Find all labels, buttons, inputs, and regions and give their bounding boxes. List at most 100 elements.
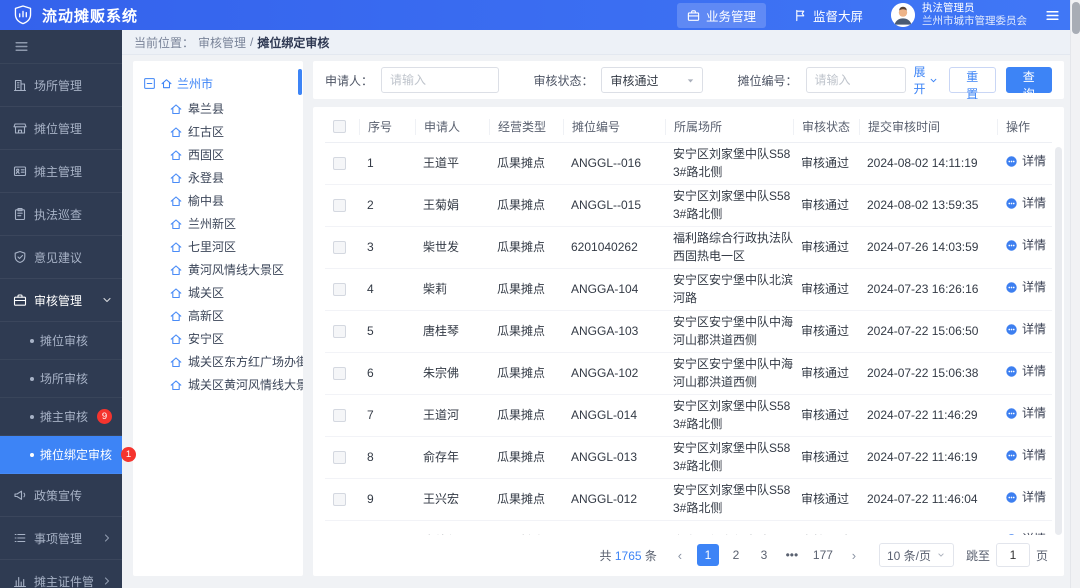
- bullet-icon: [30, 415, 34, 419]
- tree-node-label: 皋兰县: [188, 100, 224, 117]
- cell-checkbox: [325, 367, 359, 380]
- prev-page-button[interactable]: ‹: [669, 544, 691, 566]
- row-checkbox[interactable]: [333, 325, 346, 338]
- detail-ellipsis-icon: [1005, 449, 1018, 462]
- tree-node[interactable]: 皋兰县: [143, 97, 303, 120]
- row-checkbox[interactable]: [333, 199, 346, 212]
- cell-action: 详情: [997, 489, 1052, 510]
- column-header: 提交审核时间: [859, 119, 997, 135]
- page-ellipsis[interactable]: •••: [781, 544, 803, 566]
- detail-link[interactable]: 详情: [1005, 237, 1046, 254]
- page-jump-input[interactable]: [996, 543, 1030, 567]
- page-button[interactable]: 2: [725, 544, 747, 566]
- row-checkbox[interactable]: [333, 493, 346, 506]
- sidebar-item[interactable]: 摊位管理: [0, 107, 122, 150]
- page-button[interactable]: 3: [753, 544, 775, 566]
- tree-node[interactable]: 城关区东方红广场办街道: [143, 350, 303, 373]
- search-button[interactable]: 查询: [1006, 67, 1053, 93]
- tree-node[interactable]: 高新区: [143, 304, 303, 327]
- cell-no: 7: [359, 407, 415, 424]
- page-scrollbar[interactable]: [1070, 0, 1080, 588]
- flag-icon: [794, 9, 807, 22]
- tree-node[interactable]: 黄河风情线大景区: [143, 258, 303, 281]
- detail-link[interactable]: 详情: [1005, 153, 1046, 170]
- tree-node[interactable]: 红古区: [143, 120, 303, 143]
- cell-stall-no: ANGGL--015: [563, 197, 665, 214]
- sidebar-item[interactable]: 执法巡查: [0, 193, 122, 236]
- select-all-checkbox[interactable]: [333, 120, 346, 133]
- top-bar-right: 业务管理 监督大屏 执法管理员 兰州市城市管理委员会: [677, 2, 1070, 28]
- collapse-minus-square-icon[interactable]: [143, 77, 156, 90]
- row-checkbox[interactable]: [333, 241, 346, 254]
- nav-business-management[interactable]: 业务管理: [677, 3, 766, 28]
- sidebar-item[interactable]: 政策宣传: [0, 474, 122, 517]
- sidebar-item[interactable]: 摊主证件管理: [0, 560, 122, 588]
- page-button[interactable]: 177: [809, 544, 837, 566]
- row-checkbox[interactable]: [333, 409, 346, 422]
- user-info[interactable]: 执法管理员 兰州市城市管理委员会: [891, 2, 1027, 28]
- status-select[interactable]: 审核通过: [601, 67, 703, 93]
- tree-node[interactable]: 城关区黄河风情线大景区街道: [143, 373, 303, 396]
- sidebar-subitem[interactable]: 摊位绑定审核1: [0, 436, 122, 474]
- row-checkbox[interactable]: [333, 367, 346, 380]
- sidebar-item[interactable]: 审核管理: [0, 279, 122, 322]
- cell-status: 审核通过: [793, 407, 859, 424]
- tree-node[interactable]: 城关区: [143, 281, 303, 304]
- next-page-button[interactable]: ›: [843, 544, 865, 566]
- cell-time: 2024-07-23 16:26:16: [859, 281, 997, 298]
- cell-action: 详情: [997, 237, 1052, 258]
- column-header: 经营类型: [489, 119, 563, 135]
- expand-filters-link[interactable]: 展开: [914, 63, 939, 97]
- applicant-label: 申请人：: [325, 72, 373, 89]
- sidebar-item[interactable]: 意见建议: [0, 236, 122, 279]
- tree-node[interactable]: 安宁区: [143, 327, 303, 350]
- detail-link[interactable]: 详情: [1005, 363, 1046, 380]
- row-checkbox[interactable]: [333, 157, 346, 170]
- tree-scrollbar-thumb[interactable]: [298, 69, 302, 95]
- cell-status: 审核通过: [793, 281, 859, 298]
- cell-business-type: 瓜果摊点: [489, 365, 563, 382]
- header-menu-icon[interactable]: [1045, 8, 1060, 23]
- sidebar-item[interactable]: 事项管理: [0, 517, 122, 560]
- row-checkbox[interactable]: [333, 451, 346, 464]
- stall-no-input[interactable]: [806, 67, 906, 93]
- tree-node[interactable]: 永登县: [143, 166, 303, 189]
- row-checkbox[interactable]: [333, 283, 346, 296]
- avatar: [891, 3, 915, 27]
- tree-node[interactable]: 兰州新区: [143, 212, 303, 235]
- detail-link[interactable]: 详情: [1005, 279, 1046, 296]
- cell-business-type: 瓜果摊点: [489, 155, 563, 172]
- page-button[interactable]: 1: [697, 544, 719, 566]
- building-icon: [13, 78, 27, 92]
- stall-no-label: 摊位编号：: [738, 72, 798, 89]
- cell-stall-no: ANGGL-012: [563, 491, 665, 508]
- page-scrollbar-thumb[interactable]: [1072, 2, 1080, 34]
- tree-node[interactable]: 榆中县: [143, 189, 303, 212]
- home-icon: [169, 102, 183, 116]
- detail-link[interactable]: 详情: [1005, 405, 1046, 422]
- tree-root[interactable]: 兰州市: [143, 71, 303, 95]
- sidebar-item[interactable]: 摊主管理: [0, 150, 122, 193]
- detail-link[interactable]: 详情: [1005, 195, 1046, 212]
- app-logo-shield-chart-icon: [12, 4, 34, 26]
- tree-node[interactable]: 西固区: [143, 143, 303, 166]
- cell-venue: 安宁区安宁堡中队中海河山郡洪道西侧: [665, 314, 793, 349]
- audit-icon: [13, 293, 27, 307]
- nav-supervision-screen[interactable]: 监督大屏: [784, 3, 873, 28]
- sidebar-subitem[interactable]: 摊主审核9: [0, 398, 122, 436]
- tree-node[interactable]: 七里河区: [143, 235, 303, 258]
- sidebar-item[interactable]: 场所管理: [0, 64, 122, 107]
- sidebar-collapse-icon[interactable]: [14, 39, 29, 54]
- detail-link[interactable]: 详情: [1005, 447, 1046, 464]
- audit-table-card: 序号申请人经营类型摊位编号所属场所审核状态提交审核时间操作 1王道平瓜果摊点AN…: [313, 107, 1064, 576]
- tree-node-label: 兰州新区: [188, 215, 236, 232]
- applicant-input[interactable]: [381, 67, 499, 93]
- detail-link[interactable]: 详情: [1005, 321, 1046, 338]
- reset-button[interactable]: 重置: [949, 67, 996, 93]
- page-size-select[interactable]: 10 条/页: [879, 543, 954, 567]
- sidebar-subitem[interactable]: 摊位审核: [0, 322, 122, 360]
- cell-no: 6: [359, 365, 415, 382]
- table-scrollbar-thumb[interactable]: [1055, 147, 1062, 535]
- sidebar-subitem[interactable]: 场所审核: [0, 360, 122, 398]
- detail-link[interactable]: 详情: [1005, 489, 1046, 506]
